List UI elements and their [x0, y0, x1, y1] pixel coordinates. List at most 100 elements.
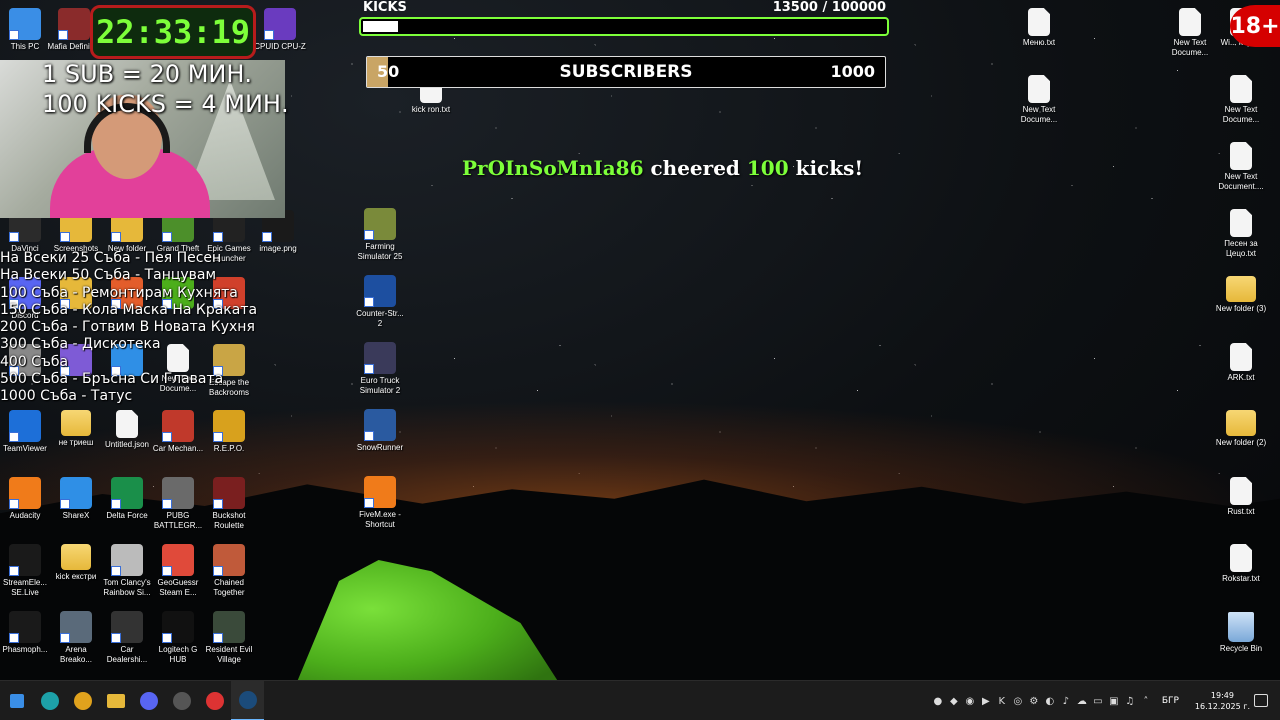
desktop-icon[interactable]: New Text Docume...	[1163, 8, 1217, 58]
desktop-icon[interactable]: New folder (3)	[1214, 276, 1268, 314]
taskbar-chrome-2-button[interactable]	[198, 681, 231, 720]
desktop-icon[interactable]: FiveM.exe - Shortcut	[353, 476, 407, 530]
desktop-icon[interactable]: Recycle Bin	[1214, 612, 1268, 654]
desktop-icon[interactable]: Chained Together	[202, 544, 256, 598]
tray-steam-icon[interactable]: ◐	[1044, 695, 1056, 707]
desktop-icon[interactable]: Untitled.json	[100, 410, 154, 450]
tray-cloud-icon[interactable]: ☁	[1076, 695, 1088, 707]
desktop-icon[interactable]: Меню.txt	[1012, 8, 1066, 48]
desktop-icon[interactable]: ShareX	[49, 477, 103, 521]
folder-icon	[61, 410, 91, 436]
desktop-icon[interactable]: Farming Simulator 25	[353, 208, 407, 262]
desktop-icon[interactable]: New Text Document....	[1214, 142, 1268, 192]
tray-mic-icon[interactable]: ♪	[1060, 695, 1072, 707]
desktop-icon[interactable]: Песен за Цецо.txt	[1214, 209, 1268, 259]
desktop-icon[interactable]: Rust.txt	[1214, 477, 1268, 517]
desktop-icon-label: New Text Docume...	[1020, 105, 1058, 124]
notification-icon[interactable]	[1254, 694, 1268, 707]
desktop-icon[interactable]: TeamViewer	[0, 410, 52, 454]
tray-user-icon[interactable]: ●	[932, 695, 944, 707]
desktop-icon-label: не триеш	[58, 438, 94, 447]
desktop-icon[interactable]: PUBG BATTLEGR...	[151, 477, 205, 531]
app-shortcut-icon	[213, 611, 245, 643]
desktop-icon-label: New Text Document....	[1218, 172, 1264, 191]
taskbar-discord-button[interactable]	[132, 681, 165, 720]
tray-display-icon[interactable]: ▭	[1092, 695, 1104, 707]
app-shortcut-icon	[364, 342, 396, 374]
text-file-icon	[1230, 209, 1252, 237]
desktop-icon[interactable]: Resident Evil Village	[202, 611, 256, 665]
taskbar-chrome-button[interactable]	[66, 681, 99, 720]
desktop-icon[interactable]: Car Mechan...	[151, 410, 205, 454]
desktop-icon-label: Chained Together	[213, 578, 245, 597]
desktop-icon-label: Euro Truck Simulator 2	[359, 376, 401, 395]
kicks-progress-fill	[363, 21, 399, 32]
desktop-icon[interactable]: Counter-Str... 2	[353, 275, 407, 329]
tray-play-icon[interactable]: ▶	[980, 695, 992, 707]
desktop-icon[interactable]: ARK.txt	[1214, 343, 1268, 383]
desktop-icon[interactable]: Euro Truck Simulator 2	[353, 342, 407, 396]
sub-goal-item: 300 Съба - Дискотека	[0, 336, 161, 353]
desktop-icon-label: GeoGuessr Steam E...	[157, 578, 199, 597]
tray-chevron-up-icon[interactable]: ˄	[1140, 695, 1152, 707]
desktop-icon[interactable]: Car Dealershi...	[100, 611, 154, 665]
desktop-icon[interactable]: Buckshot Roulette	[202, 477, 256, 531]
taskbar-obs-button[interactable]	[165, 681, 198, 720]
desktop-icon[interactable]: New folder (2)	[1214, 410, 1268, 448]
desktop-icon[interactable]: R.E.P.O.	[202, 410, 256, 454]
desktop-icon[interactable]: Audacity	[0, 477, 52, 521]
desktop-icon[interactable]: Tom Clancy's Rainbow Si...	[100, 544, 154, 598]
desktop-icon[interactable]: не триеш	[49, 410, 103, 448]
desktop-icon-label: Resident Evil Village	[205, 645, 253, 664]
desktop-icon[interactable]: Logitech G HUB	[151, 611, 205, 665]
app-shortcut-icon	[364, 275, 396, 307]
tray-app-icon[interactable]: ◆	[948, 695, 960, 707]
kicks-progress-bar	[359, 17, 889, 36]
desktop-icon[interactable]: Rokstar.txt	[1214, 544, 1268, 584]
desktop-icon-label: ShareX	[62, 511, 90, 520]
desktop-icon[interactable]: GeoGuessr Steam E...	[151, 544, 205, 598]
desktop-icon[interactable]: New Text Docume...	[1012, 75, 1066, 125]
age-rating-badge: 18+	[1230, 5, 1280, 47]
desktop-icon[interactable]: New Text Docume...	[1214, 75, 1268, 125]
tray-volume-icon[interactable]: ♫	[1124, 695, 1136, 707]
app-shortcut-icon	[364, 208, 396, 240]
desktop-icon[interactable]: Phasmoph...	[0, 611, 52, 655]
tray-chrome-icon[interactable]: ◎	[1012, 695, 1024, 707]
desktop-icon[interactable]: StreamEle... SE.Live	[0, 544, 52, 598]
desktop-icon[interactable]: SnowRunner	[353, 409, 407, 453]
desktop-icon-label: Untitled.json	[104, 440, 150, 449]
app-shortcut-icon	[162, 477, 194, 509]
kicks-goal-count: 13500 / 100000	[772, 0, 886, 15]
taskbar-windows-start-button[interactable]	[0, 681, 33, 720]
taskbar-edge-button[interactable]	[33, 681, 66, 720]
taskbar-clock[interactable]: 19:49 16.12.2025 г.	[1195, 690, 1250, 712]
desktop-icon[interactable]: This PC	[0, 8, 52, 52]
tray-network-icon[interactable]: ▣	[1108, 695, 1120, 707]
app-shortcut-icon	[213, 410, 245, 442]
desktop-icon-label: Rokstar.txt	[1222, 574, 1260, 583]
text-file-icon	[1230, 477, 1252, 505]
taskbar-explorer-button[interactable]	[99, 681, 132, 720]
desktop-icon-label: New folder (2)	[1215, 438, 1267, 447]
text-file-icon	[1028, 75, 1050, 103]
desktop-icon[interactable]: kick екстри	[49, 544, 103, 582]
tray-gear-icon[interactable]: ⚙	[1028, 695, 1040, 707]
desktop-icon-label: PUBG BATTLEGR...	[153, 511, 203, 530]
app-shortcut-icon	[9, 611, 41, 643]
app-shortcut-icon	[111, 611, 143, 643]
tray-kick-icon[interactable]: K	[996, 695, 1008, 707]
desktop-icon[interactable]: CPUID CPU-Z	[253, 8, 307, 52]
sub-rule-text: 1 SUB = 20 МИН.	[42, 60, 253, 88]
desktop-icon-label: Logitech G HUB	[158, 645, 198, 664]
desktop-icon[interactable]: Arena Breako...	[49, 611, 103, 665]
taskbar-steam-button[interactable]	[231, 680, 264, 720]
desktop-icon[interactable]: Delta Force	[100, 477, 154, 521]
desktop-icon-label: Car Dealershi...	[106, 645, 148, 664]
desktop-icon-label: StreamEle... SE.Live	[2, 578, 47, 597]
desktop-icon-label: Audacity	[9, 511, 41, 520]
tray-discord-icon[interactable]: ◉	[964, 695, 976, 707]
app-shortcut-icon	[58, 8, 90, 40]
desktop-icon-label: ARK.txt	[1227, 373, 1255, 382]
input-language[interactable]: БГР	[1162, 696, 1179, 706]
